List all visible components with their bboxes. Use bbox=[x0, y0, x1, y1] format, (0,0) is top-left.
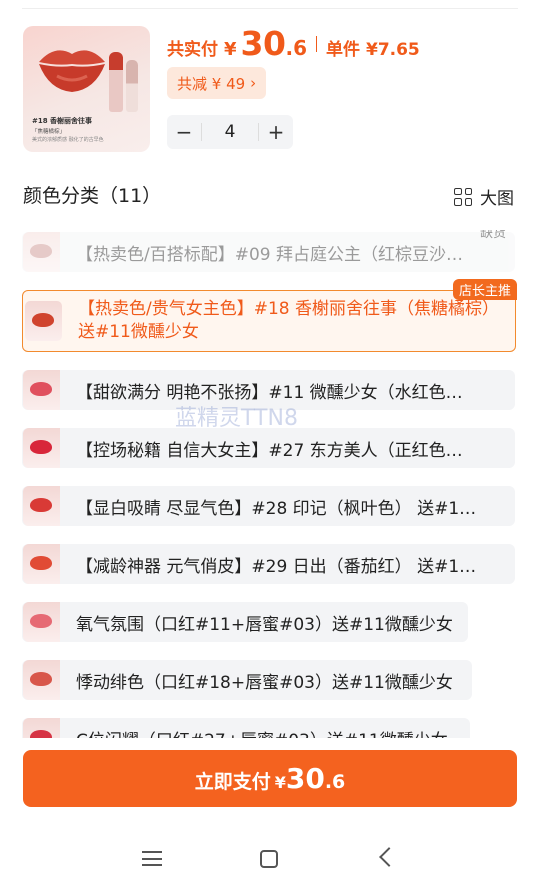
option-label: 【甜欲满分 明艳不张扬】#11 微醺少女（水红色… bbox=[76, 382, 463, 403]
pay-currency: ¥ bbox=[274, 773, 286, 792]
unit-price-label: 单件 bbox=[325, 40, 360, 60]
price-separator bbox=[315, 35, 317, 52]
lipstick-image bbox=[109, 52, 123, 112]
out-of-stock-label: 缺货 bbox=[480, 230, 507, 241]
swatch-image bbox=[23, 232, 60, 272]
large-view-label: 大图 bbox=[480, 189, 514, 209]
color-option-selected[interactable]: 【热卖色/贵气女主色】#18 香榭丽舍往事（焦糖橘棕）送#11微醺少女 店长主推 bbox=[22, 279, 517, 352]
chevron-right-icon: › bbox=[250, 74, 257, 92]
total-amount-int: 30 bbox=[240, 24, 286, 63]
unit-price: ¥7.65 bbox=[365, 40, 420, 60]
discount-button[interactable]: 共减 ¥ 49 › bbox=[167, 67, 267, 99]
back-icon[interactable] bbox=[379, 847, 399, 867]
system-nav-bar bbox=[0, 832, 540, 884]
color-option-list[interactable]: 【热卖色/百搭标配】#09 拜占庭公主（红棕豆沙… 缺货 【热卖色/贵气女主色】… bbox=[22, 230, 522, 738]
grid-icon bbox=[454, 187, 472, 206]
product-thumbnail[interactable]: #18 香榭丽舍往事 「焦糖橘棕」 美式的浓郁质感 融化了的古早色 bbox=[23, 26, 150, 152]
option-label: 【控场秘籍 自信大女主】#27 东方美人（正红色… bbox=[76, 440, 463, 461]
home-icon[interactable] bbox=[260, 850, 278, 868]
decrease-button[interactable]: − bbox=[167, 120, 201, 144]
swatch-image bbox=[23, 660, 60, 700]
increase-button[interactable]: + bbox=[259, 120, 293, 144]
lipstick-image-2 bbox=[126, 60, 138, 112]
color-section-title: 颜色分类（11） bbox=[23, 185, 162, 207]
pay-amount-int: 30 bbox=[285, 762, 325, 795]
thumb-subtitle: 「焦糖橘棕」 bbox=[32, 129, 66, 135]
option-label: 【热卖色/百搭标配】#09 拜占庭公主（红棕豆沙… bbox=[76, 244, 464, 265]
pay-amount-dec: .6 bbox=[324, 771, 346, 793]
swatch-image bbox=[23, 370, 60, 410]
option-label: 悸动绯色（口红#18+唇蜜#03）送#11微醺少女 bbox=[76, 672, 453, 693]
top-divider bbox=[22, 8, 518, 9]
option-label: 【减龄神器 元气俏皮】#29 日出（番茄红） 送#1… bbox=[76, 556, 477, 577]
lips-image bbox=[39, 50, 105, 92]
color-option[interactable]: 【热卖色/百搭标配】#09 拜占庭公主（红棕豆沙… bbox=[22, 232, 515, 272]
thumb-note: 美式的浓郁质感 融化了的古早色 bbox=[32, 137, 104, 143]
menu-icon[interactable] bbox=[142, 851, 162, 866]
swatch-image bbox=[23, 428, 60, 468]
swatch-image bbox=[23, 718, 60, 738]
quantity-value[interactable]: 4 bbox=[201, 123, 259, 141]
swatch-image bbox=[23, 544, 60, 584]
color-option[interactable]: C位闪耀（口红#27+唇蜜#03）送#11微醺少女 bbox=[22, 718, 470, 738]
color-option[interactable]: 【显白吸睛 尽显气色】#28 印记（枫叶色） 送#1… bbox=[22, 486, 515, 526]
color-option[interactable]: 【甜欲满分 明艳不张扬】#11 微醺少女（水红色… bbox=[22, 370, 515, 410]
color-option[interactable]: 悸动绯色（口红#18+唇蜜#03）送#11微醺少女 bbox=[22, 660, 472, 700]
discount-label: 共减 ¥ 49 bbox=[177, 74, 246, 93]
option-label: 【热卖色/贵气女主色】#18 香榭丽舍往事（焦糖橘棕）送#11微醺少女 bbox=[78, 299, 500, 342]
pay-now-label: 立即支付 bbox=[194, 771, 271, 793]
swatch-image bbox=[23, 486, 60, 526]
price-summary: 共实付 ¥ 30 .6 单件 ¥7.65 bbox=[167, 24, 420, 63]
option-label: C位闪耀（口红#27+唇蜜#03）送#11微醺少女 bbox=[76, 726, 448, 739]
thumb-title: #18 香榭丽舍往事 bbox=[32, 117, 93, 125]
large-view-toggle[interactable]: 大图 bbox=[454, 184, 514, 209]
recommended-badge: 店长主推 bbox=[452, 279, 517, 300]
pay-now-button[interactable]: 立即支付 ¥ 30 .6 bbox=[23, 750, 517, 807]
swatch-image bbox=[23, 602, 60, 642]
swatch-image bbox=[25, 301, 62, 341]
quantity-stepper[interactable]: − 4 + bbox=[167, 115, 293, 149]
option-label: 氧气氛围（口红#11+唇蜜#03）送#11微醺少女 bbox=[76, 614, 453, 635]
color-option[interactable]: 【减龄神器 元气俏皮】#29 日出（番茄红） 送#1… bbox=[22, 544, 515, 584]
option-label: 【显白吸睛 尽显气色】#28 印记（枫叶色） 送#1… bbox=[76, 498, 477, 519]
color-option[interactable]: 氧气氛围（口红#11+唇蜜#03）送#11微醺少女 bbox=[22, 602, 468, 642]
color-option[interactable]: 【控场秘籍 自信大女主】#27 东方美人（正红色… bbox=[22, 428, 515, 468]
total-amount-dec: .6 bbox=[285, 36, 307, 60]
currency-symbol: ¥ bbox=[224, 39, 237, 60]
total-pay-label: 共实付 bbox=[167, 40, 218, 60]
